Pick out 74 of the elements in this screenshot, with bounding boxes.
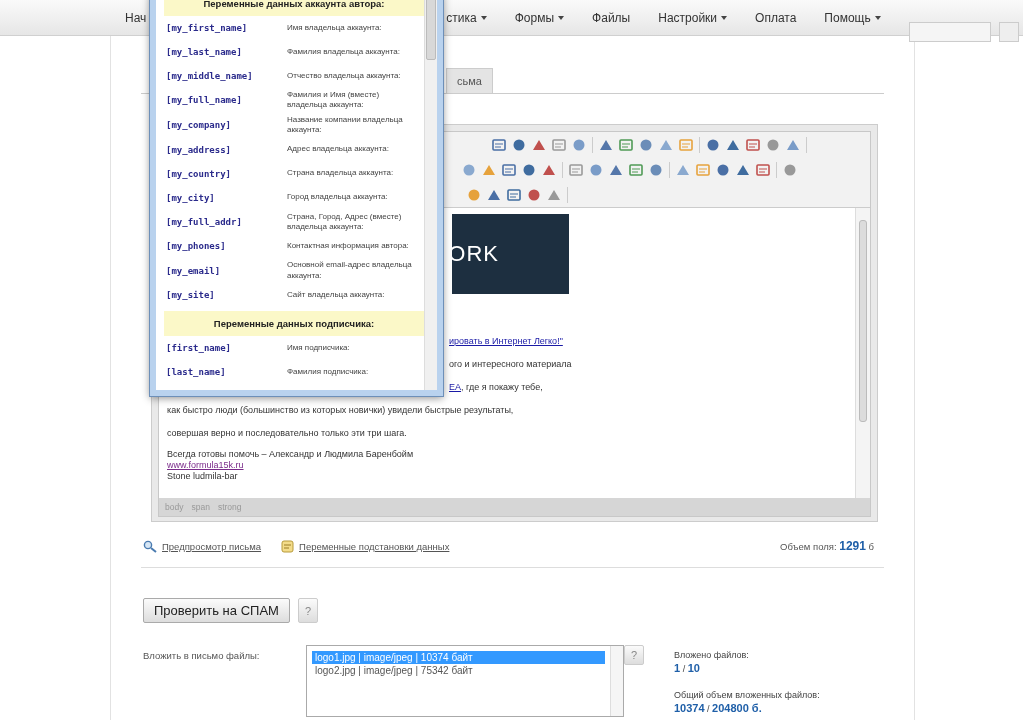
variable-name[interactable]: [first_name] xyxy=(160,343,287,354)
variable-name[interactable]: [my_first_name] xyxy=(160,23,287,33)
variable-description: Сайт владельца аккаунта: xyxy=(287,289,386,301)
variable-name[interactable]: [my_city] xyxy=(160,192,287,203)
toolbar-icon[interactable] xyxy=(618,136,634,153)
variable-description: Город владельца аккаунта: xyxy=(287,192,389,203)
attach-label: Вложить в письмо файлы: xyxy=(143,649,261,661)
nav-item[interactable]: Файлы xyxy=(592,10,631,25)
tab[interactable]: сьма xyxy=(446,68,493,93)
variable-name[interactable]: [my_last_name] xyxy=(160,47,287,57)
toolbar-icon[interactable] xyxy=(491,136,507,153)
toolbar-icon[interactable] xyxy=(628,161,644,178)
variable-description: Страна владельца аккаунта: xyxy=(287,168,395,179)
variable-description: Адрес владельца аккаунта: xyxy=(287,144,390,155)
variable-description: Основной email-адрес владельца аккаунта: xyxy=(287,260,413,282)
nav-item[interactable]: Нач xyxy=(125,10,147,25)
toolbar-icon[interactable] xyxy=(755,161,771,178)
size-label: Общий объем вложенных файлов: xyxy=(674,690,821,700)
variable-description: Имя владельца аккаунта: xyxy=(287,22,383,34)
variable-name[interactable]: [my_address] xyxy=(160,144,287,155)
link[interactable]: Предпросмотр письма xyxy=(162,540,262,552)
link[interactable]: Переменные подстановки данных xyxy=(299,540,450,552)
text: ого и интересного материала xyxy=(449,359,572,369)
magnifier-icon xyxy=(143,539,157,553)
toolbar-icon[interactable] xyxy=(745,136,761,153)
select-field[interactable] xyxy=(908,22,991,42)
text: как быстро люди (большинство из которых новички) увидели быстрые результаты, xyxy=(167,405,514,415)
file-option[interactable]: logo2.jpg | image/jpeg | 75342 байт xyxy=(312,664,605,677)
toolbar-icon[interactable] xyxy=(551,136,567,153)
nav-item[interactable]: Помощь xyxy=(824,10,881,25)
variable-name[interactable]: [my_full_addr] xyxy=(160,216,287,227)
variable-description: Фамилия подписчика: xyxy=(287,366,370,378)
link[interactable]: www.formula15k.ru xyxy=(167,460,244,470)
toolbar-icon[interactable] xyxy=(568,161,584,178)
toolbar-icon[interactable] xyxy=(501,161,517,178)
count-label: Вложено файлов: xyxy=(674,650,750,660)
section-header: Переменные данных подписчика: xyxy=(164,311,424,337)
small-button[interactable] xyxy=(998,22,1019,42)
spam-check-button[interactable]: Проверить на СПАМ xyxy=(143,598,290,623)
variable-description: Название компании владельца аккаунта: xyxy=(287,114,404,136)
variable-description: Имя подписчика: xyxy=(287,342,351,354)
section-header: Переменные данных аккаунта автора: xyxy=(164,0,424,16)
scrollbar[interactable] xyxy=(610,646,623,716)
link[interactable]: ировать в Интернет Легко!" xyxy=(449,336,563,346)
link[interactable]: ЕА xyxy=(449,382,461,392)
variable-name[interactable]: [my_phones] xyxy=(160,241,287,252)
toolbar-icon[interactable] xyxy=(506,186,522,203)
variable-name[interactable]: [my_country] xyxy=(160,168,287,179)
variable-description: Фамилия владельца аккаунта: xyxy=(287,46,401,58)
text: совершая верно и последовательно только эти три шага. xyxy=(167,428,407,438)
nav-item[interactable]: Формы xyxy=(514,10,565,25)
scrollbar[interactable] xyxy=(855,208,870,498)
nav-item[interactable]: Оплата xyxy=(755,10,797,25)
field-size-text: Объем поля: 1291 б xyxy=(780,539,874,553)
file-list[interactable]: logo1.jpg | image/jpeg | 10374 байт logo2.jpg | image/jpeg | 75342 байт xyxy=(306,645,624,717)
variable-name[interactable]: [my_company] xyxy=(160,120,287,131)
variable-name[interactable]: [my_site] xyxy=(160,290,287,301)
variable-name[interactable]: [my_full_name] xyxy=(160,95,287,106)
nav-item[interactable]: стика xyxy=(446,10,487,25)
note-icon xyxy=(281,539,295,553)
variable-description: Фамилия и Имя (вместе) владельца аккаунта: xyxy=(287,90,381,111)
scrollbar[interactable] xyxy=(424,0,437,390)
text: Всегда готовы помочь – Александр и Людмила Баренбойм xyxy=(167,449,414,459)
text: Stone ludmila-bar xyxy=(167,471,238,481)
text: , где я покажу тебе, xyxy=(461,382,543,392)
variable-description: Контактная информация автора: xyxy=(287,241,410,252)
variable-name[interactable]: [last_name] xyxy=(160,367,287,378)
nav-item[interactable]: Настройки xyxy=(658,10,728,25)
variable-description: Страна, Город, Адрес (вместе) владельца аккаунта: xyxy=(287,211,403,233)
size-value: 10374 / 204800 б. xyxy=(674,702,763,714)
variable-description: Отчество владельца аккаунта: xyxy=(287,70,402,82)
count-value: 1 / 10 xyxy=(674,662,701,674)
variable-name[interactable]: [my_middle_name] xyxy=(160,71,287,81)
variable-name[interactable]: [my_email] xyxy=(160,265,287,276)
